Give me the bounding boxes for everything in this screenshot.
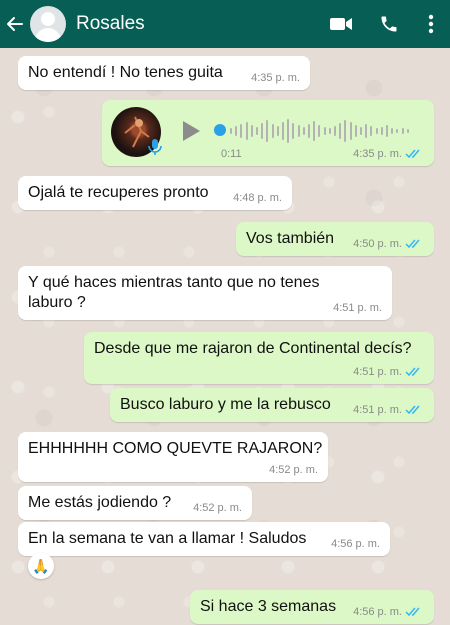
message-time: 4:52 p. m. [269,464,318,476]
message-text: EHHHHHH COMO QUEVTE RAJARON? [28,440,323,457]
more-vertical-icon [428,14,434,34]
phone-icon [381,16,397,32]
video-camera-icon [330,18,352,30]
read-ticks-icon [405,607,420,617]
message-text-line-1: Y qué haces mientras tanto que no tenes [28,274,320,291]
back-button[interactable] [0,0,30,48]
read-ticks-icon [405,239,420,249]
playback-position-knob[interactable] [214,124,226,136]
message-bubble[interactable]: Si hace 3 semanas 4:56 p. m. [190,590,434,624]
message-text: No entendí ! No tenes guita [28,64,223,81]
message-bubble[interactable]: Y qué haces mientras tanto que no tenes … [18,266,392,320]
message-bubble[interactable]: No entendí ! No tenes guita 4:35 p. m. [18,56,310,90]
message-text: Busco laburo y me la rebusco [120,396,331,413]
message-time: 4:51 p. m. [353,404,402,416]
message-bubble[interactable]: Busco laburo y me la rebusco 4:51 p. m. [110,388,434,422]
voice-duration: 0:11 [221,148,242,160]
message-time: 4:35 p. m. [353,148,402,160]
voice-message-bubble[interactable]: 0:11 4:35 p. m. [102,100,434,166]
audio-waveform[interactable] [230,118,420,144]
message-text: Vos también [246,230,335,247]
message-bubble[interactable]: Ojalá te recuperes pronto 4:48 p. m. [18,176,292,210]
message-time: 4:52 p. m. [193,502,242,514]
message-text-line-2: laburo ? [28,294,86,311]
message-bubble[interactable]: Me estás jodiendo ? 4:52 p. m. [18,486,252,520]
read-ticks-icon [405,405,420,415]
message-text: Desde que me rajaron de Continental decí… [94,340,412,357]
message-time: 4:51 p. m. [353,366,402,378]
message-time: 4:35 p. m. [251,72,300,84]
message-time: 4:51 p. m. [333,302,382,314]
message-bubble[interactable]: Desde que me rajaron de Continental decí… [84,332,434,384]
message-time: 4:56 p. m. [331,538,380,550]
menu-button[interactable] [412,0,450,48]
microphone-icon [148,139,162,155]
play-icon[interactable] [180,119,202,143]
message-text: Si hace 3 semanas [200,598,337,615]
video-call-button[interactable] [316,0,366,48]
message-text: Me estás jodiendo ? [28,494,172,511]
message-text: Ojalá te recuperes pronto [28,184,209,201]
arrow-left-icon [7,17,23,31]
message-text: En la semana te van a llamar ! Saludos [28,530,307,547]
reaction-badge[interactable]: 🙏 [28,553,54,579]
read-ticks-icon [405,149,420,159]
avatar[interactable] [30,6,66,42]
chat-header: Rosales [0,0,450,48]
message-bubble[interactable]: EHHHHHH COMO QUEVTE RAJARON? 4:52 p. m. [18,432,328,482]
read-ticks-icon [405,367,420,377]
message-time: 4:56 p. m. [353,606,402,618]
contact-name[interactable]: Rosales [76,13,316,35]
message-bubble[interactable]: Vos también 4:50 p. m. [236,222,434,256]
voice-call-button[interactable] [366,0,412,48]
message-time: 4:50 p. m. [353,238,402,250]
message-time: 4:48 p. m. [233,192,282,204]
message-bubble[interactable]: En la semana te van a llamar ! Saludos 4… [18,522,390,556]
